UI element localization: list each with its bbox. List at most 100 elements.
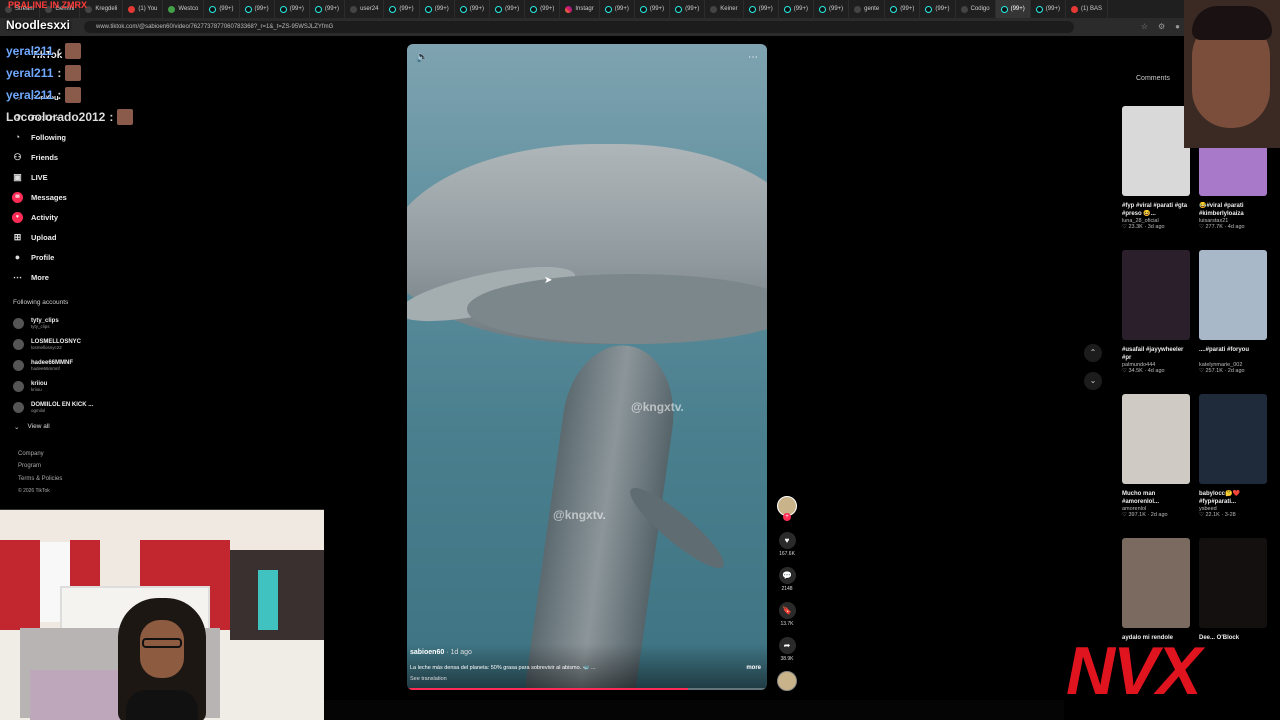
activity-icon: ♥ — [12, 212, 23, 223]
browser-tab[interactable]: (99+) — [384, 0, 420, 18]
browser-tab[interactable]: (99+) — [995, 0, 1031, 18]
following-account[interactable]: LOSMELLOSNYC losmellosnyc22 — [13, 339, 81, 350]
browser-tab[interactable]: (99+) — [885, 0, 921, 18]
sidebar-item-profile[interactable]: ● Profile — [12, 252, 55, 263]
tab-favicon-icon — [494, 5, 502, 13]
browser-tab[interactable]: (99+) — [455, 0, 490, 18]
video-meta: ♡ 22.1K · 3-28 — [1199, 512, 1269, 518]
browser-tab[interactable]: (99+) — [310, 0, 346, 18]
tab-favicon-icon — [168, 5, 176, 13]
browser-tab[interactable]: (99+) — [779, 0, 814, 18]
browser-tab[interactable]: (99+) — [420, 0, 455, 18]
footer-link[interactable]: Terms & Policies — [18, 476, 62, 482]
video-thumbnail[interactable] — [1122, 250, 1190, 340]
more-link[interactable]: more — [746, 665, 761, 671]
comment-button[interactable]: 💬 2148 — [776, 567, 798, 592]
sidebar-item-live[interactable]: ▣ LIVE — [12, 172, 47, 183]
browser-tab[interactable]: (99+) — [275, 0, 310, 18]
tab-label: (99+) — [254, 6, 269, 12]
following-accounts-title: Following accounts — [13, 299, 69, 306]
tab-favicon-icon — [314, 5, 322, 13]
browser-tab[interactable]: (99+) — [490, 0, 526, 18]
save-button[interactable]: 🔖 13.7K — [776, 602, 798, 627]
browser-tab[interactable]: Westco — [163, 0, 205, 18]
comments-tab[interactable]: Comments — [1136, 75, 1170, 82]
browser-tab[interactable]: gente — [849, 0, 886, 18]
tab-label: (1) BAS — [1080, 6, 1102, 12]
previous-video-icon[interactable]: ⌃ — [1084, 344, 1102, 362]
footer-link[interactable]: Program — [18, 463, 41, 469]
footer-link[interactable]: Company — [18, 451, 44, 457]
video-author[interactable]: sabioen60 · 1d ago — [410, 649, 472, 656]
video-thumbnail[interactable] — [1199, 538, 1267, 628]
video-thumbnail[interactable] — [1122, 106, 1190, 196]
recommended-video[interactable]: #fyp #viral #parati #gta #preso 😆... luna… — [1122, 106, 1192, 230]
video-nav: ⌃ ⌄ — [1084, 344, 1102, 390]
follow-plus-icon[interactable]: + — [783, 513, 791, 521]
browser-tab[interactable]: (99+) — [240, 0, 275, 18]
video-title: Dee... O'Block — [1199, 635, 1240, 641]
recommended-video[interactable]: Dee... O'Block — [1199, 538, 1269, 650]
browser-tab[interactable]: (99+) — [1031, 0, 1066, 18]
sidebar-item-following[interactable]: ◔ Following — [12, 132, 66, 143]
sidebar-item-label: Profile — [31, 253, 55, 262]
video-player[interactable]: @kngxtv. @kngxtv. 🔈 ⋯ ➤ sabioen60 · 1d a… — [407, 44, 767, 690]
browser-tab[interactable]: Codigo — [956, 0, 996, 18]
video-age: · 4d ago — [1144, 368, 1165, 374]
video-thumbnail[interactable] — [1122, 394, 1190, 484]
recommended-video[interactable]: babylocc🤔❤️ #fyp#parati... ysbeed ♡ 22.1K … — [1199, 394, 1269, 518]
browser-tab[interactable]: Keiner — [705, 0, 744, 18]
browser-tab[interactable]: (99+) — [525, 0, 561, 18]
sidebar-item-activity[interactable]: ♥ Activity — [12, 212, 58, 223]
following-account[interactable]: hadee66MMNF hadee66mmnf — [13, 360, 73, 371]
tab-label: (99+) — [935, 6, 950, 12]
browser-tab[interactable]: (99+) — [600, 0, 635, 18]
following-account[interactable]: DOMIILOL EN KICK ... ogmilol — [13, 402, 93, 413]
recommended-video[interactable]: Mucho man #amorenlol... amorenlol ♡ 397.1K… — [1122, 394, 1192, 518]
following-account[interactable]: tyty_clips tyty_clips — [13, 318, 59, 329]
next-video-icon[interactable]: ⌄ — [1084, 372, 1102, 390]
browser-tab[interactable]: (99+) — [635, 0, 671, 18]
chat-message: yeral211: — [6, 40, 133, 62]
browser-tab[interactable]: (1) You — [123, 0, 164, 18]
volume-icon[interactable]: 🔈 — [416, 52, 428, 63]
share-button[interactable]: ➦ 38.9K — [776, 637, 798, 662]
sidebar-item-upload[interactable]: ⊞ Upload — [12, 232, 57, 243]
recommended-video[interactable]: ....#parati #foryou katelynmarie_002 ♡ 257… — [1199, 250, 1269, 374]
more-options-icon[interactable]: ⋯ — [748, 52, 758, 63]
browser-tab[interactable]: (99+) — [670, 0, 706, 18]
sidebar-item-more[interactable]: ⋯ More — [12, 272, 49, 283]
browser-tab[interactable]: (99+) — [204, 0, 240, 18]
browser-tab[interactable]: user24 — [345, 0, 385, 18]
browser-tab[interactable]: Instagr — [560, 0, 600, 18]
video-meta: ♡ 397.1K · 2d ago — [1122, 512, 1192, 518]
video-thumbnail[interactable] — [1122, 538, 1190, 628]
video-thumbnail[interactable] — [1199, 250, 1267, 340]
extensions-icon[interactable]: ⚙ — [1158, 22, 1165, 31]
like-button[interactable]: ♥ 167.6K — [776, 532, 798, 557]
recommended-video[interactable]: #usafail #jayywheeler #pr palmundo444 ♡ 34… — [1122, 250, 1192, 374]
video-progress-bar[interactable] — [407, 688, 767, 690]
upload-icon: ⊞ — [13, 232, 22, 242]
sidebar-item-messages[interactable]: ✉ Messages — [12, 192, 67, 203]
chat-username: yeral211 — [6, 44, 54, 58]
bookmark-icon[interactable]: ☆ — [1141, 22, 1148, 31]
view-all-link[interactable]: ⌄ View all — [14, 423, 50, 431]
following-account[interactable]: kriiou kriiou — [13, 381, 47, 392]
sound-avatar[interactable] — [777, 671, 797, 691]
sidebar-item-friends[interactable]: ⚇ Friends — [12, 152, 58, 163]
account-handle: ogmilol — [31, 408, 46, 413]
see-translation-link[interactable]: See translation — [410, 676, 447, 682]
guest-facecam — [1184, 0, 1280, 148]
profile-icon[interactable]: ● — [1175, 22, 1180, 31]
browser-tab[interactable]: (1) BAS — [1066, 0, 1108, 18]
account-handle: kriiou — [31, 387, 42, 392]
video-meta: ♡ 23.3K · 3d ago — [1122, 224, 1192, 230]
browser-tab[interactable]: (99+) — [920, 0, 956, 18]
url-field[interactable]: www.tiktok.com/@sabioen60/video/76277378… — [84, 21, 1074, 33]
video-thumbnail[interactable] — [1199, 394, 1267, 484]
browser-tab[interactable]: (99+) — [744, 0, 779, 18]
tab-favicon-icon — [854, 5, 862, 13]
chat-message: Locoolorado2012: — [6, 106, 134, 128]
browser-tab[interactable]: (99+) — [814, 0, 850, 18]
